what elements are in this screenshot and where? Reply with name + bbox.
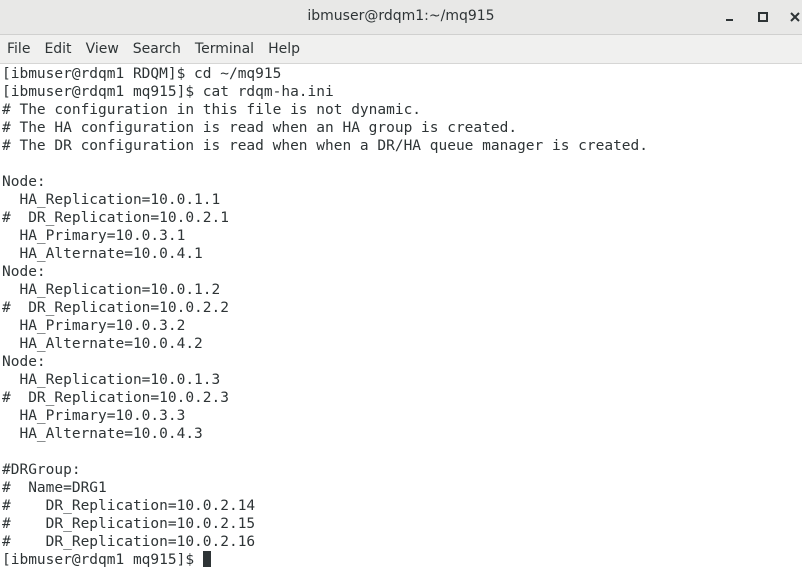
terminal-line: # DR_Replication=10.0.2.3: [2, 390, 229, 406]
title-bar[interactable]: ibmuser@rdqm1:~/mq915: [0, 0, 802, 35]
terminal-line: [ibmuser@rdqm1 RDQM]$ cd ~/mq915: [2, 66, 282, 82]
maximize-button[interactable]: [752, 6, 774, 28]
terminal-line: HA_Replication=10.0.1.1: [2, 192, 221, 208]
close-icon: [790, 12, 800, 22]
terminal-cursor: [202, 551, 211, 567]
menu-terminal[interactable]: Terminal: [188, 35, 261, 64]
terminal-line: #DRGroup:: [2, 462, 81, 478]
menu-view[interactable]: View: [79, 35, 126, 64]
terminal-line: # DR_Replication=10.0.2.15: [2, 516, 256, 532]
terminal-line: Node:: [2, 264, 46, 280]
close-button[interactable]: [784, 6, 802, 28]
menu-file[interactable]: File: [0, 35, 37, 64]
terminal-line: Node:: [2, 174, 46, 190]
window-title: ibmuser@rdqm1:~/mq915: [307, 8, 495, 24]
terminal-line: HA_Alternate=10.0.4.3: [2, 426, 203, 442]
terminal-window: ibmuser@rdqm1:~/mq915 File Edit View Sea…: [0, 0, 802, 569]
terminal-line: # The configuration in this file is not …: [2, 102, 422, 118]
terminal-line: # DR_Replication=10.0.2.1: [2, 210, 229, 226]
terminal-prompt-line[interactable]: [ibmuser@rdqm1 mq915]$: [2, 551, 802, 569]
terminal-line: # The DR configuration is read when when…: [2, 138, 649, 154]
terminal-output[interactable]: [ibmuser@rdqm1 RDQM]$ cd ~/mq915 [ibmuse…: [0, 64, 802, 569]
terminal-line: HA_Replication=10.0.1.3: [2, 372, 221, 388]
terminal-line: # Name=DRG1: [2, 480, 107, 496]
menu-search[interactable]: Search: [126, 35, 188, 64]
terminal-line: # DR_Replication=10.0.2.2: [2, 300, 229, 316]
terminal-line: HA_Primary=10.0.3.2: [2, 318, 186, 334]
menu-bar: File Edit View Search Terminal Help: [0, 35, 802, 64]
menu-help[interactable]: Help: [261, 35, 307, 64]
menu-edit[interactable]: Edit: [37, 35, 78, 64]
minimize-icon: [726, 19, 733, 21]
terminal-line: HA_Replication=10.0.1.2: [2, 282, 221, 298]
maximize-icon: [758, 12, 768, 22]
terminal-prompt: [ibmuser@rdqm1 mq915]$: [2, 552, 203, 568]
terminal-line: HA_Primary=10.0.3.3: [2, 408, 186, 424]
terminal-line: Node:: [2, 354, 46, 370]
terminal-line: # DR_Replication=10.0.2.16: [2, 534, 256, 550]
terminal-line: # DR_Replication=10.0.2.14: [2, 498, 256, 514]
terminal-line: [ibmuser@rdqm1 mq915]$ cat rdqm-ha.ini: [2, 84, 334, 100]
minimize-button[interactable]: [719, 6, 741, 28]
terminal-line: # The HA configuration is read when an H…: [2, 120, 518, 136]
terminal-line: HA_Alternate=10.0.4.2: [2, 336, 203, 352]
terminal-line: HA_Alternate=10.0.4.1: [2, 246, 203, 262]
terminal-line: HA_Primary=10.0.3.1: [2, 228, 186, 244]
